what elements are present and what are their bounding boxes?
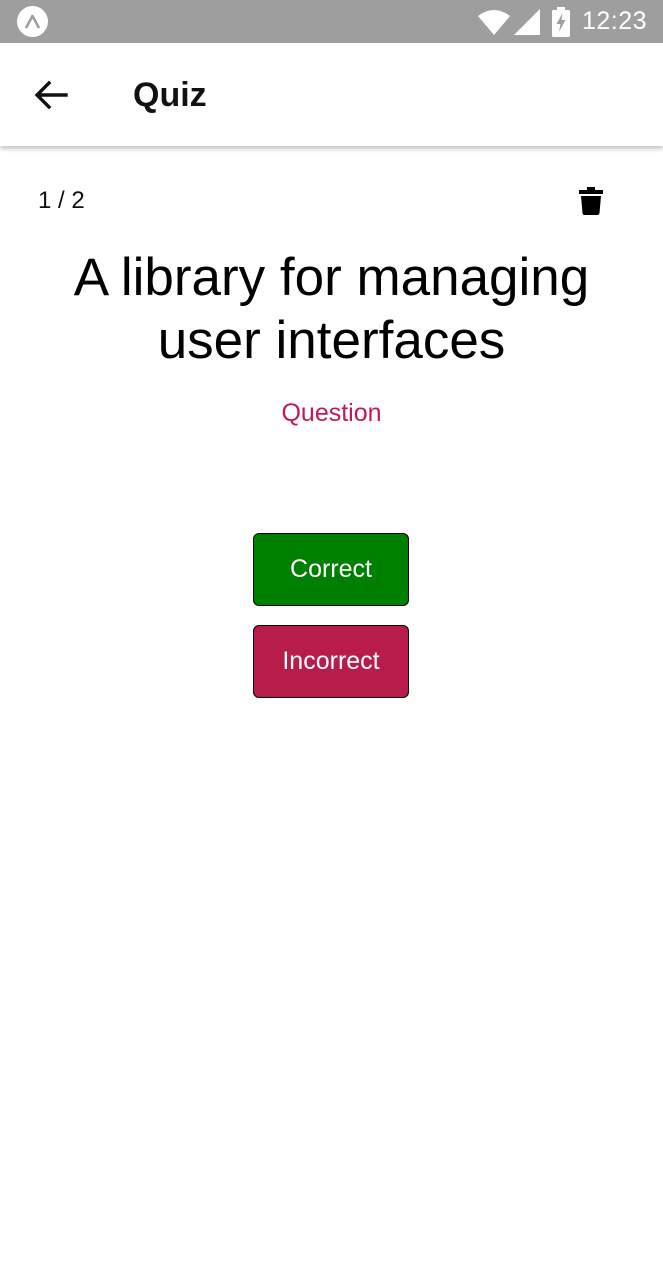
wifi-icon	[477, 9, 510, 35]
status-time: 12:23	[581, 7, 647, 35]
toggle-question-answer-button[interactable]: Question	[0, 397, 663, 429]
back-button[interactable]	[20, 67, 82, 123]
app-bar: Quiz	[0, 43, 663, 146]
card-text: A library for managing user interfaces	[73, 248, 590, 370]
arrow-left-icon	[34, 80, 68, 110]
page-title: Quiz	[133, 76, 207, 114]
incorrect-button[interactable]: Incorrect	[253, 625, 409, 698]
status-bar: 12:23	[0, 0, 663, 43]
quiz-content: 1 / 2 A library for managing user interf…	[0, 146, 663, 1272]
battery-charging-icon	[551, 6, 570, 37]
quiz-progress: 1 / 2	[38, 187, 85, 214]
signal-icon	[513, 8, 540, 35]
delete-button[interactable]	[572, 182, 610, 220]
trash-icon	[579, 187, 603, 215]
app-icon	[17, 6, 48, 37]
correct-button[interactable]: Correct	[253, 533, 409, 606]
